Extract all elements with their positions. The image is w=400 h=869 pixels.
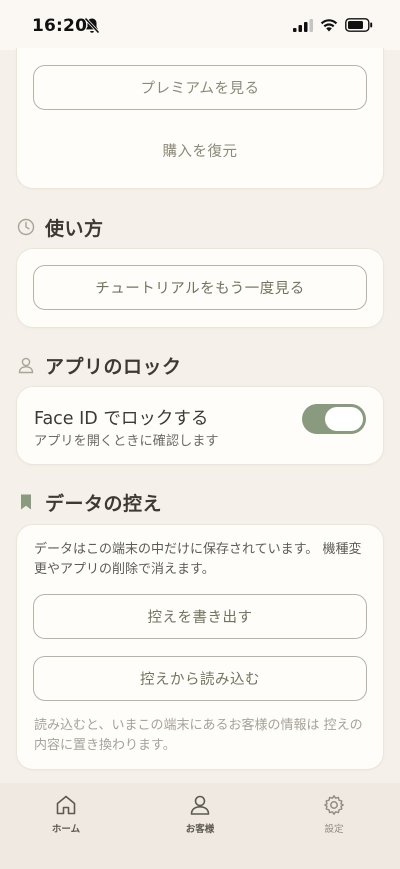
toggle-knob [325, 407, 363, 431]
person-icon [18, 357, 34, 374]
face-id-description: アプリを開くときに確認します [34, 434, 219, 449]
tab-customers[interactable]: お客様 [160, 793, 240, 837]
backup-section-header: データの控え [17, 490, 163, 515]
wifi-icon [320, 19, 338, 32]
clock-icon [17, 218, 35, 236]
app-lock-section-header: アプリのロック [17, 353, 182, 378]
export-backup-button[interactable]: 控えを書き出す [33, 594, 367, 639]
view-premium-button[interactable]: プレミアムを見る [33, 65, 367, 110]
tab-home-label: ホーム [51, 824, 81, 835]
tab-bar: ホーム お客様 設定 [0, 783, 400, 869]
backup-title: データの控え [45, 492, 163, 515]
battery-icon [345, 18, 373, 32]
settings-screen: 16:20 プレミアムを見る 購入を復元 16:20 [0, 0, 400, 869]
backup-description: データはこの端末の中だけに保存されています。 機種変更やアプリの削除で消えます。 [34, 542, 362, 577]
tab-settings-label: 設定 [324, 824, 344, 835]
face-id-toggle[interactable] [302, 404, 366, 434]
tab-home[interactable]: ホーム [26, 793, 106, 837]
usage-title: 使い方 [45, 217, 104, 240]
cellular-signal-icon [293, 19, 313, 32]
face-id-label: Face ID でロックする [34, 409, 209, 429]
bell-slash-icon [84, 17, 100, 34]
app-lock-card: Face ID でロックする アプリを開くときに確認します [17, 387, 383, 464]
import-warning-note: 読み込むと、いまこの端末にあるお客様の情報は 控えの内容に置き換わります。 [34, 718, 363, 753]
tutorial-button[interactable]: チュートリアルをもう一度見る [33, 265, 367, 310]
gear-icon [324, 795, 344, 815]
usage-section-header: 使い方 [17, 215, 104, 240]
backup-card: データはこの端末の中だけに保存されています。 機種変更やアプリの削除で消えます。… [17, 525, 383, 769]
restore-purchase-button[interactable]: 購入を復元 [17, 140, 383, 161]
tab-settings[interactable]: 設定 [294, 793, 374, 837]
premium-card: プレミアムを見る 購入を復元 [17, 30, 383, 188]
home-icon [56, 795, 76, 815]
tab-customers-label: お客様 [185, 824, 215, 835]
usage-card: チュートリアルをもう一度見る [17, 249, 383, 327]
person-icon [190, 795, 210, 815]
status-bar-overlay: 16:20 [0, 0, 400, 50]
bookmark-icon [21, 494, 31, 510]
import-backup-button[interactable]: 控えから読み込む [33, 656, 367, 701]
status-time-overlay: 16:20 [32, 16, 88, 36]
app-lock-title: アプリのロック [45, 355, 182, 378]
